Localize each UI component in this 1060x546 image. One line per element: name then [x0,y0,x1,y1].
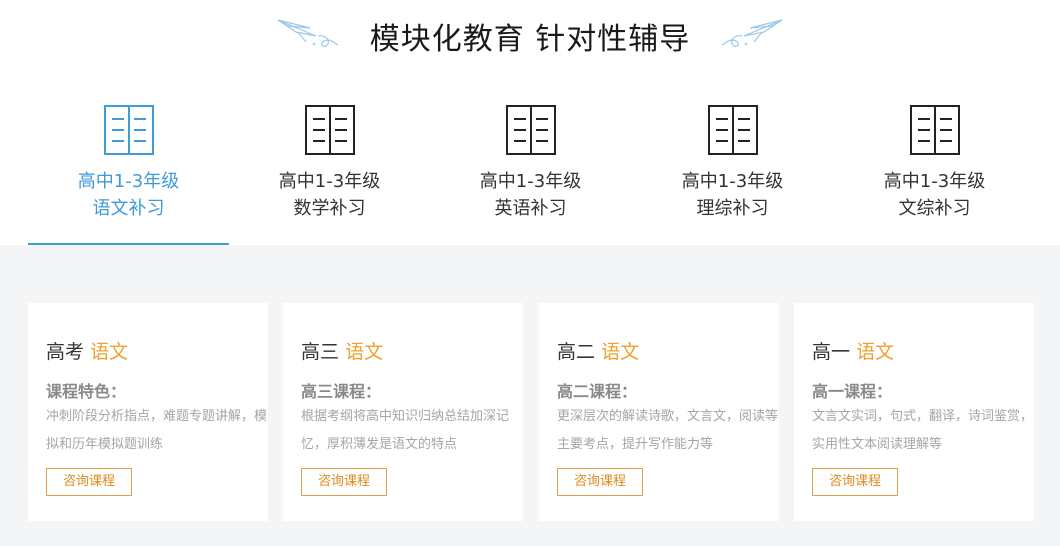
tab-subject-label: 数学补习 [293,198,366,219]
book-icon [910,105,960,155]
tab-subject-label: 理综补习 [696,198,769,219]
book-icon [104,105,154,155]
tab-grade-label: 高中1-3年级 [681,171,784,192]
tab-grade-label: 高中1-3年级 [479,171,582,192]
tab-liberal-arts[interactable]: 高中1-3年级 文综补习 [834,95,1035,245]
card-feature-label: 课程特色： [46,382,127,401]
card-subject: 语文 [345,341,384,363]
card-description: 根据考纲将高中知识归纳总结加深记忆，厚积薄发是语文的特点 [301,409,510,452]
card-grade: 高三 [301,341,340,363]
card-title: 高一 语文 [812,337,894,364]
tab-science[interactable]: 高中1-3年级 理综补习 [632,95,833,245]
card-title: 高三 语文 [301,337,383,364]
tab-chinese[interactable]: 高中1-3年级 语文补习 [28,95,229,245]
consult-course-button[interactable]: 咨询课程 [812,468,898,496]
card-description: 文言文实词，句式，翻译，诗词鉴赏，实用性文本阅读理解等 [812,409,1034,452]
card-description: 更深层次的解读诗歌，文言文，阅读等主要考点，提升写作能力等 [557,409,779,452]
card-grade: 高考 [46,341,85,363]
card-grade: 高一 [812,341,851,363]
card-title: 高考 语文 [46,337,128,364]
card-subject: 语文 [601,341,640,363]
course-card: 高考 语文 课程特色： 冲刺阶段分析指点，难题专题讲解，模拟和历年模拟题训练 咨… [28,303,268,521]
course-cards-panel: 高考 语文 课程特色： 冲刺阶段分析指点，难题专题讲解，模拟和历年模拟题训练 咨… [0,245,1060,546]
card-feature-label: 高二课程： [557,382,638,401]
tab-grade-label: 高中1-3年级 [883,171,986,192]
consult-course-button[interactable]: 咨询课程 [557,468,643,496]
page-title: 模块化教育 针对性辅导 [369,22,691,57]
card-subject: 语文 [856,341,895,363]
card-feature-label: 高三课程： [301,382,382,401]
tab-subject-label: 文综补习 [898,198,971,219]
tab-grade-label: 高中1-3年级 [77,171,180,192]
subject-tabs: 高中1-3年级 语文补习 高中1-3年级 数学补习 高中1-3年级 英语补习 高… [0,95,1060,245]
course-card: 高二 语文 高二课程： 更深层次的解读诗歌，文言文，阅读等主要考点，提升写作能力… [539,303,779,521]
card-grade: 高二 [557,341,596,363]
tab-subject-label: 语文补习 [92,198,165,219]
paper-plane-icon [721,19,783,47]
tab-subject-label: 英语补习 [494,198,567,219]
course-card: 高三 语文 高三课程： 根据考纲将高中知识归纳总结加深记忆，厚积薄发是语文的特点… [283,303,523,521]
card-title: 高二 语文 [557,337,639,364]
tab-grade-label: 高中1-3年级 [278,171,381,192]
card-description: 冲刺阶段分析指点，难题专题讲解，模拟和历年模拟题训练 [46,409,268,452]
consult-course-button[interactable]: 咨询课程 [46,468,132,496]
tab-english[interactable]: 高中1-3年级 英语补习 [430,95,631,245]
tab-math[interactable]: 高中1-3年级 数学补习 [229,95,430,245]
course-card: 高一 语文 高一课程： 文言文实词，句式，翻译，诗词鉴赏，实用性文本阅读理解等 … [794,303,1034,521]
section-header: 模块化教育 针对性辅导 [0,0,1060,76]
book-icon [708,105,758,155]
book-icon [506,105,556,155]
consult-course-button[interactable]: 咨询课程 [301,468,387,496]
card-subject: 语文 [90,341,129,363]
book-icon [305,105,355,155]
card-feature-label: 高一课程： [812,382,893,401]
